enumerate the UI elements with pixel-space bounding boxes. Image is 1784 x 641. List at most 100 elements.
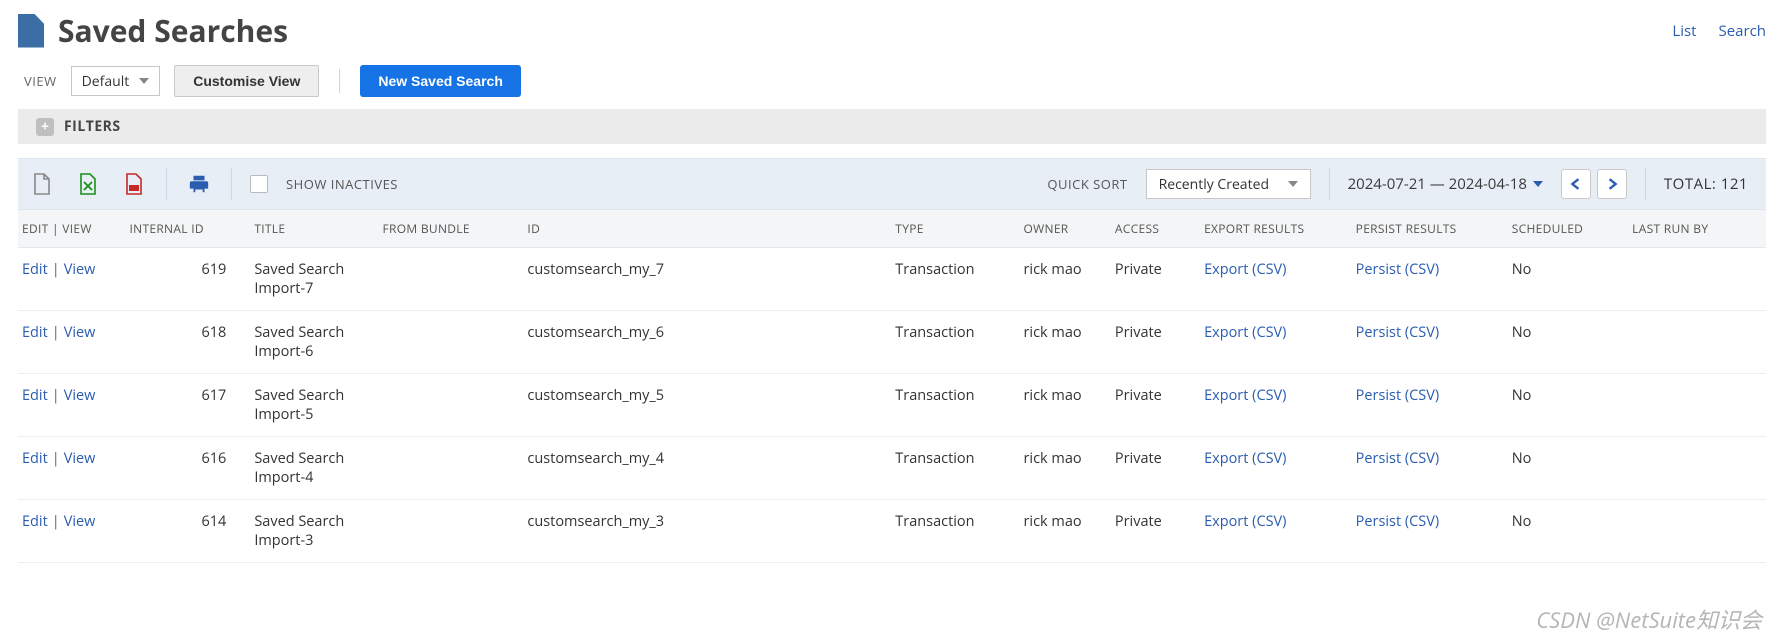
edit-link[interactable]: Edit <box>22 449 48 468</box>
date-range-value: 2024-07-21 — 2024-04-18 <box>1348 174 1527 194</box>
cell-owner: rick mao <box>1023 311 1114 374</box>
show-inactives-label: SHOW INACTIVES <box>286 175 398 193</box>
persist-csv-link[interactable]: Persist (CSV) <box>1356 512 1440 531</box>
col-scheduled[interactable]: SCHEDULED <box>1512 210 1632 248</box>
cell-owner: rick mao <box>1023 248 1114 311</box>
persist-csv-link[interactable]: Persist (CSV) <box>1356 386 1440 405</box>
toolbar-left: SHOW INACTIVES <box>28 168 398 200</box>
action-row: VIEW Default Customise View New Saved Se… <box>0 57 1784 109</box>
cell-title: Saved Search Import-3 <box>254 500 382 563</box>
view-select-value: Default <box>82 72 130 91</box>
col-owner[interactable]: OWNER <box>1023 210 1114 248</box>
cell-internal-id: 614 <box>129 500 254 563</box>
cell-internal-id: 619 <box>129 248 254 311</box>
top-link-search[interactable]: Search <box>1719 21 1767 41</box>
edit-link[interactable]: Edit <box>22 512 48 531</box>
total-count: TOTAL: 121 <box>1664 174 1748 194</box>
cell-id: customsearch_my_5 <box>527 374 895 437</box>
export-csv-link[interactable]: Export (CSV) <box>1204 260 1286 279</box>
cell-id: customsearch_my_7 <box>527 248 895 311</box>
view-link[interactable]: View <box>64 449 96 468</box>
col-last-run-by[interactable]: LAST RUN BY <box>1632 210 1766 248</box>
col-id[interactable]: ID <box>527 210 895 248</box>
view-link[interactable]: View <box>64 323 96 342</box>
filters-label: FILTERS <box>64 117 121 136</box>
cell-internal-id: 616 <box>129 437 254 500</box>
page-header: Saved Searches List Search <box>0 0 1784 57</box>
quick-sort-select[interactable]: Recently Created <box>1146 169 1311 199</box>
divider <box>231 168 232 200</box>
cell-type: Transaction <box>895 500 1023 563</box>
page-prev-button[interactable] <box>1561 169 1591 199</box>
filters-bar[interactable]: + FILTERS <box>18 109 1766 144</box>
date-range-picker[interactable]: 2024-07-21 — 2024-04-18 <box>1348 174 1543 194</box>
cell-last-run-by <box>1632 374 1766 437</box>
cell-type: Transaction <box>895 374 1023 437</box>
col-type[interactable]: TYPE <box>895 210 1023 248</box>
cell-title: Saved Search Import-6 <box>254 311 382 374</box>
view-link[interactable]: View <box>64 260 96 279</box>
top-link-list[interactable]: List <box>1672 21 1696 41</box>
cell-internal-id: 618 <box>129 311 254 374</box>
cell-last-run-by <box>1632 311 1766 374</box>
chevron-down-icon <box>139 78 149 84</box>
export-csv-link[interactable]: Export (CSV) <box>1204 386 1286 405</box>
col-edit-view[interactable]: EDIT | VIEW <box>18 210 129 248</box>
export-csv-link[interactable]: Export (CSV) <box>1204 449 1286 468</box>
view-link[interactable]: View <box>64 386 96 405</box>
cell-from-bundle <box>383 437 528 500</box>
cell-id: customsearch_my_4 <box>527 437 895 500</box>
pager <box>1561 169 1627 199</box>
list-toolbar: SHOW INACTIVES QUICK SORT Recently Creat… <box>18 158 1766 210</box>
new-saved-search-button[interactable]: New Saved Search <box>360 65 521 97</box>
cell-from-bundle <box>383 311 528 374</box>
edit-link[interactable]: Edit <box>22 260 48 279</box>
cell-id: customsearch_my_3 <box>527 500 895 563</box>
cell-last-run-by <box>1632 500 1766 563</box>
col-persist[interactable]: PERSIST RESULTS <box>1356 210 1512 248</box>
cell-type: Transaction <box>895 437 1023 500</box>
export-csv-link[interactable]: Export (CSV) <box>1204 512 1286 531</box>
cell-access: Private <box>1115 500 1204 563</box>
col-access[interactable]: ACCESS <box>1115 210 1204 248</box>
cell-scheduled: No <box>1512 437 1632 500</box>
cell-title: Saved Search Import-5 <box>254 374 382 437</box>
export-excel-icon[interactable] <box>74 170 102 198</box>
cell-id: customsearch_my_6 <box>527 311 895 374</box>
chevron-down-icon <box>1288 181 1298 187</box>
cell-last-run-by <box>1632 437 1766 500</box>
divider <box>339 69 340 93</box>
table-body: Edit|View619Saved Search Import-7customs… <box>18 248 1766 563</box>
col-title[interactable]: TITLE <box>254 210 382 248</box>
persist-csv-link[interactable]: Persist (CSV) <box>1356 323 1440 342</box>
cell-type: Transaction <box>895 311 1023 374</box>
cell-access: Private <box>1115 311 1204 374</box>
export-csv-link[interactable]: Export (CSV) <box>1204 323 1286 342</box>
persist-csv-link[interactable]: Persist (CSV) <box>1356 260 1440 279</box>
cell-scheduled: No <box>1512 500 1632 563</box>
edit-link[interactable]: Edit <box>22 323 48 342</box>
cell-title: Saved Search Import-4 <box>254 437 382 500</box>
export-pdf-icon[interactable] <box>120 170 148 198</box>
page-next-button[interactable] <box>1597 169 1627 199</box>
chevron-down-icon <box>1533 181 1543 187</box>
new-doc-icon[interactable] <box>28 170 56 198</box>
expand-icon: + <box>36 118 54 136</box>
col-from-bundle[interactable]: FROM BUNDLE <box>383 210 528 248</box>
view-select[interactable]: Default <box>71 66 161 96</box>
view-link[interactable]: View <box>64 512 96 531</box>
cell-owner: rick mao <box>1023 374 1114 437</box>
col-export[interactable]: EXPORT RESULTS <box>1204 210 1356 248</box>
cell-access: Private <box>1115 248 1204 311</box>
customise-view-button[interactable]: Customise View <box>174 65 319 97</box>
edit-link[interactable]: Edit <box>22 386 48 405</box>
col-internal-id[interactable]: INTERNAL ID <box>129 210 254 248</box>
page-icon <box>18 14 44 48</box>
cell-access: Private <box>1115 437 1204 500</box>
cell-scheduled: No <box>1512 248 1632 311</box>
view-label: VIEW <box>24 72 57 90</box>
print-icon[interactable] <box>185 170 213 198</box>
persist-csv-link[interactable]: Persist (CSV) <box>1356 449 1440 468</box>
show-inactives-checkbox[interactable] <box>250 175 268 193</box>
table-head: EDIT | VIEW INTERNAL ID TITLE FROM BUNDL… <box>18 210 1766 248</box>
